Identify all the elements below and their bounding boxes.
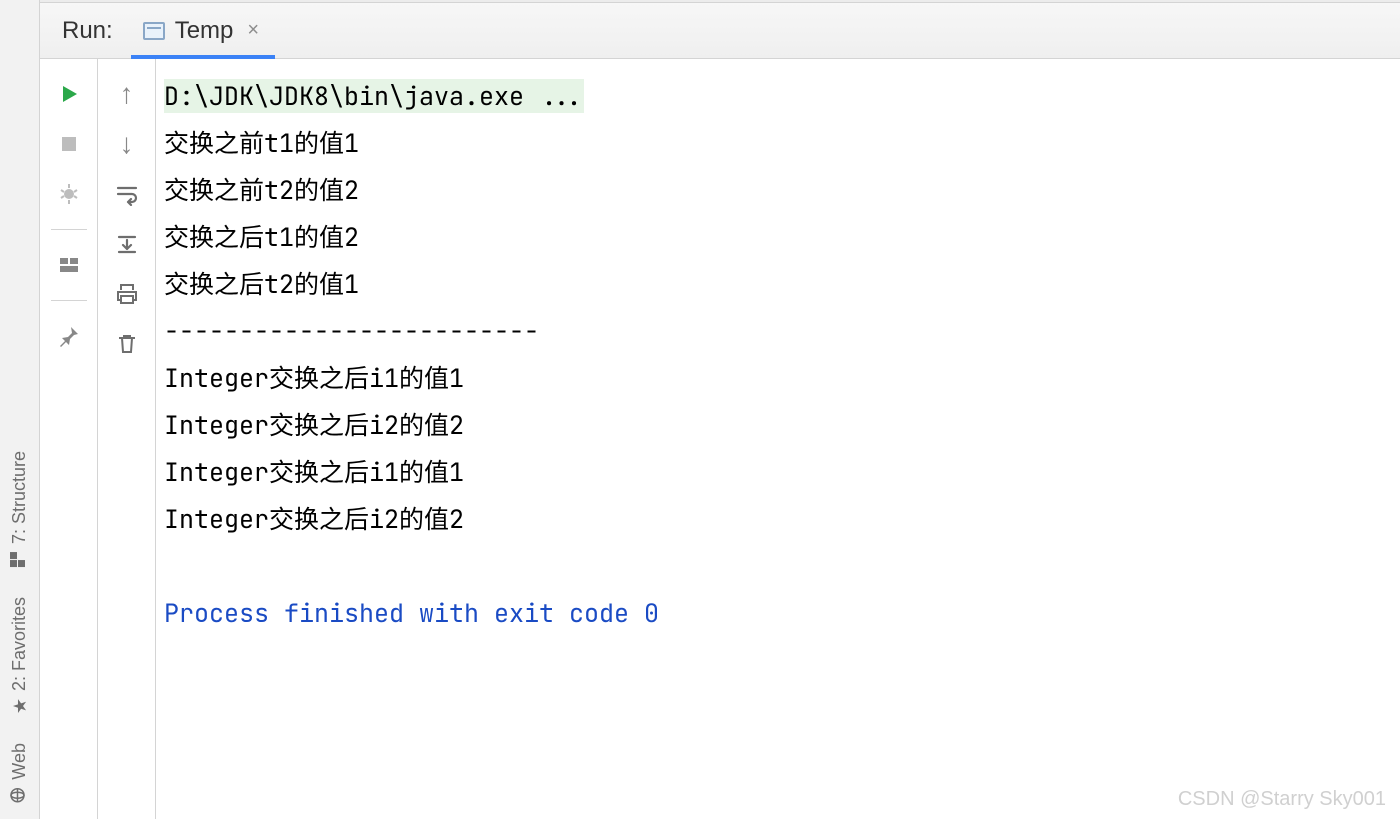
output-line: 交换之前t2的值2 <box>164 173 359 207</box>
dock-web[interactable]: Web <box>9 729 30 819</box>
console-output[interactable]: D:\JDK\JDK8\bin\java.exe ... 交换之前t1的值1 交… <box>156 59 1400 819</box>
console-actions-toolbar: ↑ ↓ <box>98 59 156 819</box>
watermark: CSDN @Starry Sky001 <box>1178 788 1386 811</box>
run-toolwindow-header: Run: Temp × <box>40 3 1400 59</box>
stop-icon <box>57 132 81 156</box>
clear-all-button[interactable] <box>106 323 148 365</box>
pin-icon <box>57 324 81 348</box>
command-line: D:\JDK\JDK8\bin\java.exe ... <box>164 79 584 113</box>
exit-line: Process finished with exit code 0 <box>164 596 659 630</box>
close-icon[interactable]: × <box>243 19 263 42</box>
output-line: Integer交换之后i2的值2 <box>164 408 464 442</box>
output-line: 交换之后t2的值1 <box>164 267 359 301</box>
trash-icon <box>115 332 139 356</box>
scroll-down-button[interactable]: ↓ <box>106 123 148 165</box>
output-line: 交换之前t1的值1 <box>164 126 359 160</box>
application-icon <box>143 22 165 40</box>
structure-icon <box>10 552 29 568</box>
stop-button[interactable] <box>48 123 90 165</box>
globe-icon <box>10 788 29 804</box>
separator <box>51 229 87 230</box>
scroll-up-button[interactable]: ↑ <box>106 73 148 115</box>
separator <box>51 300 87 301</box>
run-controls-toolbar <box>40 59 98 819</box>
soft-wrap-button[interactable] <box>106 173 148 215</box>
dock-favorites[interactable]: ★ 2: Favorites <box>9 583 30 729</box>
arrow-down-icon: ↓ <box>120 130 134 158</box>
dock-structure[interactable]: 7: Structure <box>9 437 30 583</box>
scroll-to-end-button[interactable] <box>106 223 148 265</box>
run-body: ↑ ↓ D:\JDK\JDK8\bin\java.exe ... 交换之前t1的… <box>40 59 1400 819</box>
output-line: Integer交换之后i1的值1 <box>164 455 464 489</box>
dump-threads-button[interactable] <box>48 173 90 215</box>
run-label: Run: <box>62 17 113 45</box>
arrow-up-icon: ↑ <box>120 80 134 108</box>
output-line: 交换之后t1的值2 <box>164 220 359 254</box>
play-icon <box>57 82 81 106</box>
dock-web-label: Web <box>9 743 30 780</box>
dock-favorites-label: 2: Favorites <box>9 597 30 691</box>
run-tab-name: Temp <box>175 17 234 45</box>
print-button[interactable] <box>106 273 148 315</box>
output-line: Integer交换之后i1的值1 <box>164 361 464 395</box>
output-line: ------------------------- <box>164 314 539 348</box>
print-icon <box>115 282 139 306</box>
left-dock: 7: Structure ★ 2: Favorites Web <box>0 0 40 819</box>
wrap-icon <box>115 182 139 206</box>
bug-icon <box>57 182 81 206</box>
scroll-end-icon <box>115 232 139 256</box>
layout-button[interactable] <box>48 244 90 286</box>
run-tab-active[interactable]: Temp × <box>131 3 275 58</box>
layout-icon <box>57 253 81 277</box>
main-column: Run: Temp × <box>40 0 1400 819</box>
star-icon: ★ <box>10 698 28 714</box>
dock-structure-label: 7: Structure <box>9 451 30 544</box>
pin-button[interactable] <box>48 315 90 357</box>
output-line: Integer交换之后i2的值2 <box>164 502 464 536</box>
run-button[interactable] <box>48 73 90 115</box>
